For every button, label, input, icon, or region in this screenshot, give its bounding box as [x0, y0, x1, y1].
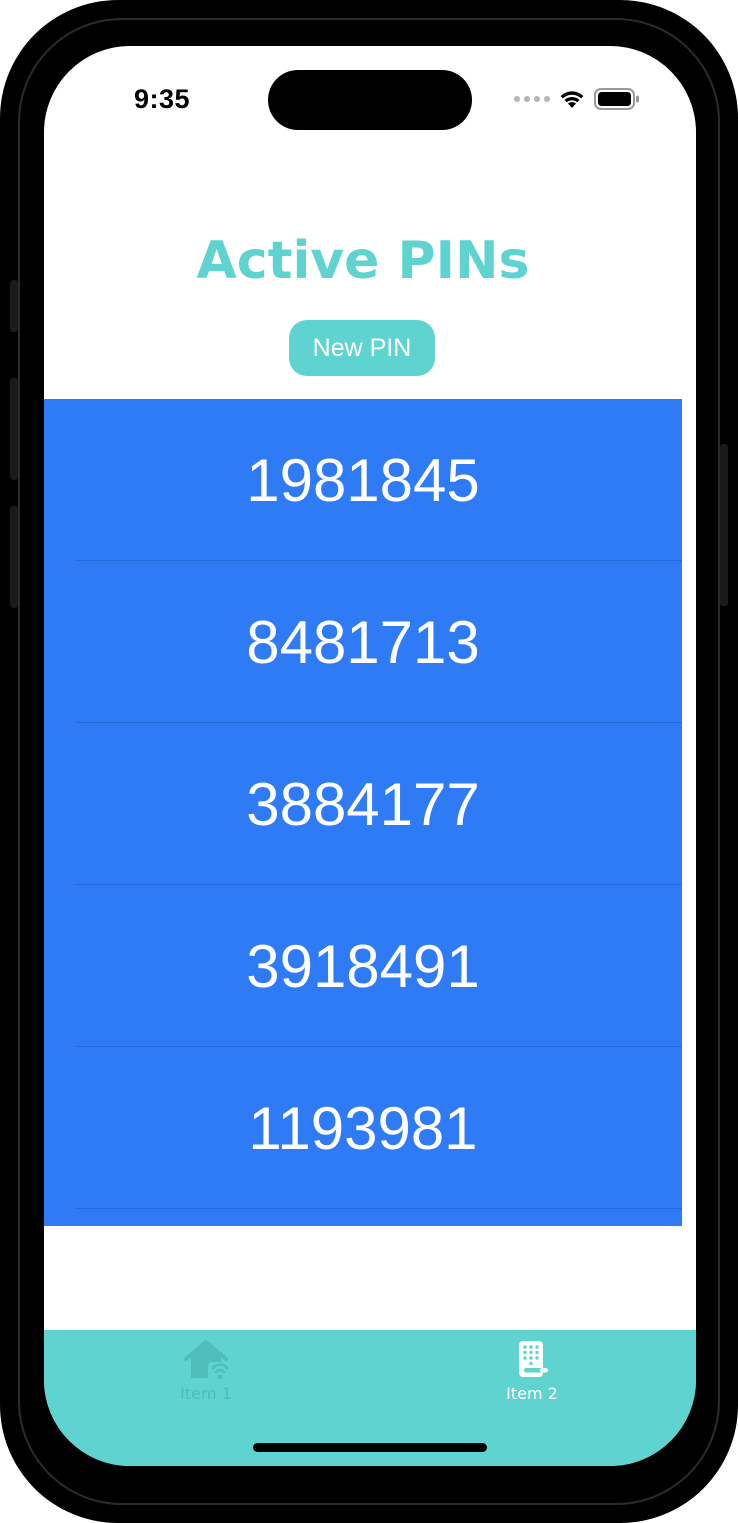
silent-switch: [10, 280, 18, 332]
tab-item-1-label: Item 1: [180, 1384, 232, 1403]
tab-item-1[interactable]: Item 1: [146, 1338, 266, 1403]
page-title: Active PINs: [196, 231, 530, 291]
keypad-lock-icon: [519, 1341, 548, 1377]
phone-frame: 9:35 Active PINs New PIN 1981845 8481713…: [0, 0, 738, 1523]
status-indicators: [514, 88, 640, 110]
pin-row[interactable]: 3884177: [44, 723, 682, 885]
volume-down-button: [10, 506, 18, 608]
status-bar: 9:35: [44, 46, 696, 156]
status-time: 9:35: [134, 84, 191, 114]
cellular-signal-icon: [514, 96, 550, 102]
pin-row[interactable]: 1193981: [44, 1047, 682, 1209]
tab-item-2-label: Item 2: [506, 1384, 558, 1403]
pin-row[interactable]: 1981845: [44, 399, 682, 561]
tab-bar: Item 1 Item 2: [44, 1330, 696, 1466]
new-pin-button[interactable]: New PIN: [289, 320, 435, 376]
pin-row[interactable]: 3918491: [44, 885, 682, 1047]
power-button: [720, 444, 728, 606]
dynamic-island: [268, 70, 472, 130]
battery-icon: [594, 88, 639, 110]
pin-list: 1981845 8481713 3884177 3918491 1193981: [44, 399, 682, 1226]
tab-item-2[interactable]: Item 2: [472, 1338, 592, 1403]
screen: 9:35 Active PINs New PIN 1981845 8481713…: [44, 46, 696, 1466]
wifi-icon: [560, 91, 584, 108]
volume-up-button: [10, 378, 18, 480]
home-indicator: [253, 1443, 487, 1452]
pin-row[interactable]: 8481713: [44, 561, 682, 723]
home-wifi-icon: [184, 1340, 229, 1380]
